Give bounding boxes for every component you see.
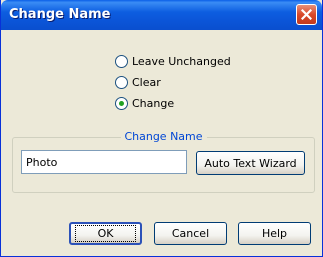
ok-button-label: OK [74, 225, 137, 242]
name-option-group: Leave Unchanged Clear Change [115, 51, 231, 114]
window-title: Change Name [9, 7, 111, 22]
cancel-button[interactable]: Cancel [154, 222, 227, 245]
close-button[interactable] [296, 4, 317, 25]
radio-button-selected[interactable] [115, 97, 128, 110]
close-icon [301, 9, 312, 20]
radio-leave-unchanged[interactable]: Leave Unchanged [115, 51, 231, 72]
radio-label: Clear [132, 76, 161, 89]
radio-button[interactable] [115, 55, 128, 68]
groupbox-label: Change Name [120, 130, 207, 143]
auto-text-wizard-button[interactable]: Auto Text Wizard [196, 151, 305, 175]
help-button[interactable]: Help [238, 222, 311, 245]
radio-change[interactable]: Change [115, 93, 231, 114]
radio-button[interactable] [115, 76, 128, 89]
name-text-input[interactable] [21, 150, 187, 174]
title-bar[interactable]: Change Name [1, 0, 322, 30]
radio-clear[interactable]: Clear [115, 72, 231, 93]
ok-button[interactable]: OK [69, 222, 142, 245]
change-name-dialog: Change Name Leave Unchanged Clear Change… [0, 0, 323, 257]
radio-label: Leave Unchanged [132, 55, 231, 68]
radio-label: Change [132, 97, 175, 110]
